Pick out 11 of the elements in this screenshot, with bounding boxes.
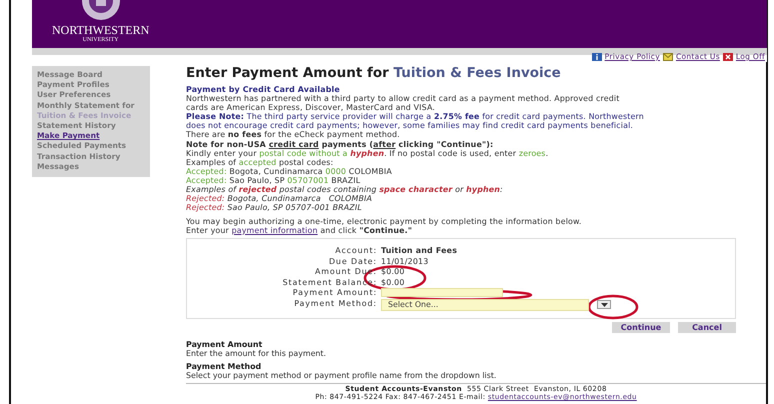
envelope-icon bbox=[662, 53, 673, 61]
close-icon bbox=[722, 53, 733, 61]
payment-amount-field[interactable] bbox=[381, 288, 503, 298]
caret-icon bbox=[600, 302, 608, 307]
action-button[interactable]: Cancel bbox=[678, 322, 736, 332]
logo-text: NORTHWESTERN bbox=[52, 23, 150, 37]
action-button[interactable]: Continue bbox=[612, 322, 670, 332]
page-title: Enter Payment Amount for Tuition & Fees Invoice bbox=[186, 66, 562, 81]
annotation-ellipse bbox=[587, 294, 639, 320]
info-icon bbox=[592, 53, 602, 61]
dropdown-arrow-button[interactable] bbox=[597, 300, 611, 310]
